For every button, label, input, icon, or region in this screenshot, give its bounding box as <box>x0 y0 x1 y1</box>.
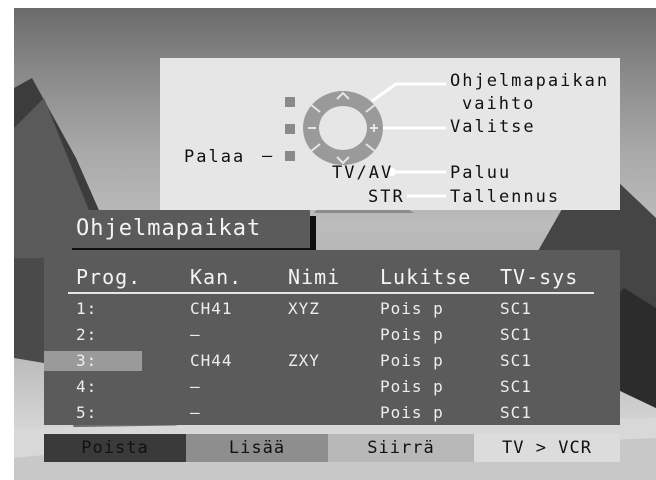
cell-nimi: XYZ <box>288 299 320 318</box>
cell-prog: 1: <box>76 299 98 318</box>
help-back-dash: – <box>262 146 275 166</box>
cell-tvsys: SC1 <box>500 299 532 318</box>
table-row[interactable]: 2: – Pois p SC1 <box>44 325 620 347</box>
navigation-ring-icon <box>303 91 383 165</box>
help-select-label: Valitse <box>450 117 536 137</box>
remote-help-panel: Ohjelmapaikan vaihto Valitse Palaa – TV/… <box>160 58 620 210</box>
cell-kan: CH41 <box>190 299 233 318</box>
table-row[interactable]: 5: – Pois p SC1 <box>44 403 620 425</box>
cell-lukitse: Pois p <box>380 377 444 396</box>
header-kan: Kan. <box>190 265 243 289</box>
cell-tvsys: SC1 <box>500 403 532 422</box>
header-lukitse: Lukitse <box>380 265 472 289</box>
help-store-label: Tallennus <box>450 187 561 207</box>
cell-prog: 4: <box>76 377 98 396</box>
help-return-label: Paluu <box>450 163 512 183</box>
indicator-square-icon <box>285 97 295 107</box>
header-tvsys: TV-sys <box>500 265 579 289</box>
help-back-label: Palaa <box>184 147 246 167</box>
help-prog-change-label: Ohjelmapaikan <box>450 71 610 91</box>
cell-tvsys: SC1 <box>500 377 532 396</box>
cell-kan: – <box>190 403 201 422</box>
table-row-selected[interactable]: 3: CH44 ZXY Pois p SC1 <box>44 351 620 373</box>
cell-prog: 5: <box>76 403 98 422</box>
table-row[interactable]: 1: CH41 XYZ Pois p SC1 <box>44 299 620 321</box>
help-prog-change-label-2: vaihto <box>462 94 536 114</box>
header-prog: Prog. <box>76 265 142 289</box>
header-divider <box>68 292 594 294</box>
menu-title-box: Ohjelmapaikat <box>66 210 310 248</box>
cell-lukitse: Pois p <box>380 403 444 422</box>
move-button[interactable]: Siirrä <box>328 434 474 462</box>
menu-title: Ohjelmapaikat <box>76 216 262 241</box>
function-button-bar: Poista Lisää Siirrä TV > VCR <box>44 434 620 462</box>
tv-screen: Ohjelmapaikan vaihto Valitse Palaa – TV/… <box>14 8 656 480</box>
tv-to-vcr-button[interactable]: TV > VCR <box>474 434 620 462</box>
add-button[interactable]: Lisää <box>186 434 328 462</box>
table-row[interactable]: 4: – Pois p SC1 <box>44 377 620 399</box>
cell-lukitse: Pois p <box>380 299 444 318</box>
program-table: Prog. Kan. Nimi Lukitse TV-sys 1: CH41 X… <box>44 250 620 425</box>
cell-tvsys: SC1 <box>500 351 532 370</box>
cell-kan: – <box>190 377 201 396</box>
header-nimi: Nimi <box>288 265 341 289</box>
cell-nimi: ZXY <box>288 351 320 370</box>
cell-lukitse: Pois p <box>380 325 444 344</box>
help-tvav-label: TV/AV <box>332 163 394 183</box>
cell-lukitse: Pois p <box>380 351 444 370</box>
cell-tvsys: SC1 <box>500 325 532 344</box>
indicator-square-icon <box>285 151 295 161</box>
cell-prog: 3: <box>76 351 98 370</box>
cell-kan: – <box>190 325 201 344</box>
help-str-label: STR <box>368 187 405 207</box>
cell-kan: CH44 <box>190 351 233 370</box>
delete-button[interactable]: Poista <box>44 434 186 462</box>
indicator-square-icon <box>285 124 295 134</box>
cell-prog: 2: <box>76 325 98 344</box>
